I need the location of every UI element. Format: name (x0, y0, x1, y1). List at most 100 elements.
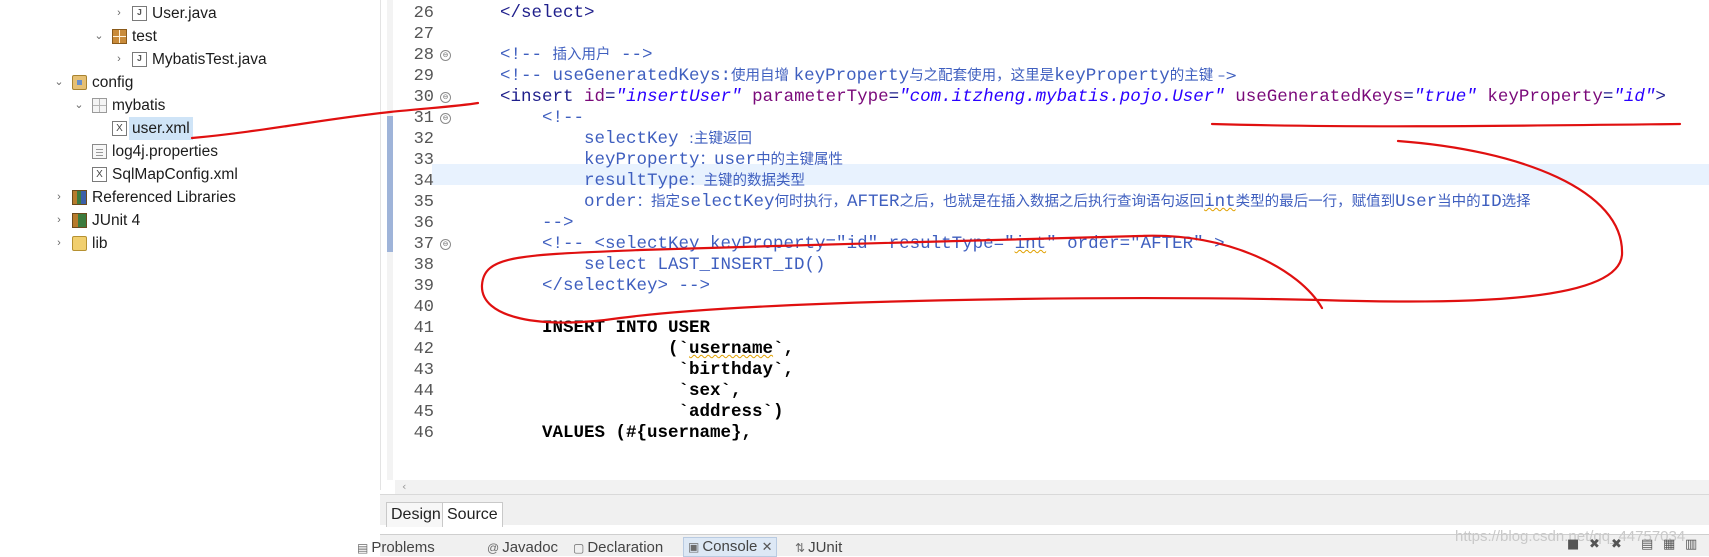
expand-toggle-icon[interactable]: ⌄ (52, 71, 66, 94)
code-token: </select> (458, 3, 595, 23)
word-wrap-icon[interactable]: ▦ (1663, 537, 1675, 552)
code-line[interactable]: VALUES (#{username}, (458, 423, 752, 444)
tree-item-label: JUnit 4 (92, 212, 141, 229)
console-icon: ▣ (688, 540, 700, 554)
code-token: 插入用户 (552, 47, 611, 63)
tab-javadoc-label: Javadoc (502, 539, 559, 556)
code-line[interactable]: select LAST_INSERT_ID() (458, 255, 826, 276)
line-number: 44 (413, 382, 434, 401)
code-line[interactable]: </select> (458, 3, 595, 24)
tree-item[interactable]: Xuser.xml (92, 117, 193, 140)
code-token: INSERT INTO USER (458, 318, 711, 338)
tree-item[interactable]: ⌄ config (52, 71, 133, 94)
tree-item[interactable]: ⌄ mybatis (72, 94, 165, 117)
fold-toggle-icon[interactable]: ⊖ (440, 92, 451, 103)
code-line[interactable]: `address`) (458, 402, 784, 423)
code-line[interactable]: `birthday`, (458, 360, 795, 381)
tree-item[interactable]: log4j.properties (72, 140, 218, 163)
tab-console[interactable]: ▣ Console ✕ (683, 537, 778, 557)
code-token: order (458, 192, 637, 212)
code-token: `birthday`, (458, 360, 795, 380)
code-line[interactable]: <!-- (458, 108, 584, 129)
line-number: 29 (413, 67, 434, 86)
declaration-icon: ▢ (573, 541, 585, 555)
code-line[interactable]: `sex`, (458, 381, 742, 402)
code-line[interactable]: </selectKey> --> (458, 276, 710, 297)
tree-item[interactable]: › J User.java (112, 2, 216, 25)
code-token: </selectKey> --> (458, 276, 711, 296)
scroll-left-icon[interactable]: ‹ (402, 480, 406, 493)
tree-item[interactable]: › lib (52, 232, 107, 255)
tab-junit[interactable]: ⇅ JUnit (795, 539, 842, 557)
code-token: keyProperty (793, 66, 910, 86)
code-token: keyProperty (458, 150, 700, 170)
tab-design[interactable]: Design (386, 502, 446, 527)
expand-toggle-icon[interactable]: › (112, 48, 126, 71)
xml-editor[interactable]: 26 </select> 27 28 ⊖ <!-- 插入用户 --> 29 <!-- u… (380, 0, 1709, 490)
tab-declaration[interactable]: ▢ Declaration (573, 539, 663, 557)
expand-toggle-icon[interactable]: ⌄ (92, 25, 106, 48)
tree-item[interactable]: › J MybatisTest.java (112, 48, 266, 71)
code-line[interactable]: INSERT INTO USER (458, 318, 710, 339)
code-token: 当中的 (1437, 194, 1481, 210)
tree-item[interactable]: › JUnit 4 (52, 209, 140, 232)
expand-toggle-icon[interactable]: › (52, 186, 66, 209)
fold-toggle-icon[interactable]: ⊖ (440, 50, 451, 61)
horizontal-scrollbar[interactable] (395, 480, 1709, 494)
line-number: 37 (413, 235, 434, 254)
code-token: <!-- <selectKey keyProperty="id" resultT… (458, 234, 1015, 254)
remove-all-icon[interactable]: ✖ (1611, 537, 1622, 552)
code-token: user (714, 150, 757, 170)
code-line[interactable]: selectKey :主键返回 (458, 129, 752, 150)
terminate-icon[interactable]: ■ (1567, 537, 1579, 552)
tree-item[interactable]: ⌄ test (92, 25, 157, 48)
code-line[interactable]: --> (458, 213, 574, 234)
code-token: keyProperty (1487, 87, 1603, 107)
code-token: ：指定 (636, 194, 681, 210)
tab-problems[interactable]: ▤ Problems (357, 539, 435, 557)
code-line[interactable]: (`username`, (458, 339, 794, 360)
expand-toggle-icon[interactable]: › (52, 209, 66, 232)
pin-console-icon[interactable]: ▥ (1685, 537, 1697, 552)
code-line[interactable]: <!-- useGeneratedKeys:使用自增 keyProperty与之… (458, 66, 1237, 87)
code-token: int (1014, 234, 1047, 254)
tree-item-label: Referenced Libraries (92, 189, 236, 206)
line-number: 26 (413, 4, 434, 23)
code-token: 中的主键属性 (756, 152, 844, 168)
fold-toggle-icon[interactable]: ⊖ (440, 239, 451, 250)
code-line[interactable]: <!-- <selectKey keyProperty="id" resultT… (458, 234, 1225, 255)
tree-item[interactable]: X SqlMapConfig.xml (72, 163, 238, 186)
code-line[interactable]: order：指定selectKey何时执行，AFTER之后，也就是在插入数据之后… (458, 192, 1531, 213)
code-token: :主键返回 (689, 131, 752, 147)
tree-item-label: SqlMapConfig.xml (112, 166, 238, 183)
gutter-divider (380, 0, 381, 490)
code-line[interactable]: resultType：主键的数据类型 (458, 171, 805, 192)
code-line[interactable]: keyProperty：user中的主键属性 (458, 150, 843, 171)
expand-toggle-icon[interactable]: ⌄ (72, 94, 86, 117)
code-token: "com.itzheng.mybatis.pojo.User" (899, 87, 1225, 107)
expand-toggle-icon[interactable]: › (112, 2, 126, 25)
code-token: (` (458, 339, 690, 359)
tab-javadoc[interactable]: @ Javadoc (487, 539, 558, 557)
line-number: 35 (413, 193, 434, 212)
line-number: 39 (413, 277, 434, 296)
tab-source[interactable]: Source (442, 502, 503, 527)
tree-item-label: test (132, 28, 157, 45)
code-token: useGeneratedKeys (1235, 87, 1404, 107)
library-icon (72, 190, 87, 205)
code-token: ID (1480, 192, 1502, 212)
code-token: resultType (458, 171, 690, 191)
expand-toggle-icon[interactable]: › (52, 232, 66, 255)
code-line[interactable]: <!-- 插入用户 --> (458, 45, 653, 66)
line-number: 36 (413, 214, 434, 233)
code-token: --> (610, 45, 653, 65)
close-icon[interactable]: ✕ (762, 539, 773, 554)
fold-toggle-icon[interactable]: ⊖ (440, 113, 451, 124)
remove-launch-icon[interactable]: ✖ (1589, 537, 1600, 552)
tree-item[interactable]: › Referenced Libraries (52, 186, 236, 209)
code-token: = (1602, 87, 1614, 107)
scroll-lock-icon[interactable]: ▤ (1641, 537, 1653, 552)
code-line[interactable]: <insert id="insertUser" parameterType="c… (458, 87, 1666, 108)
